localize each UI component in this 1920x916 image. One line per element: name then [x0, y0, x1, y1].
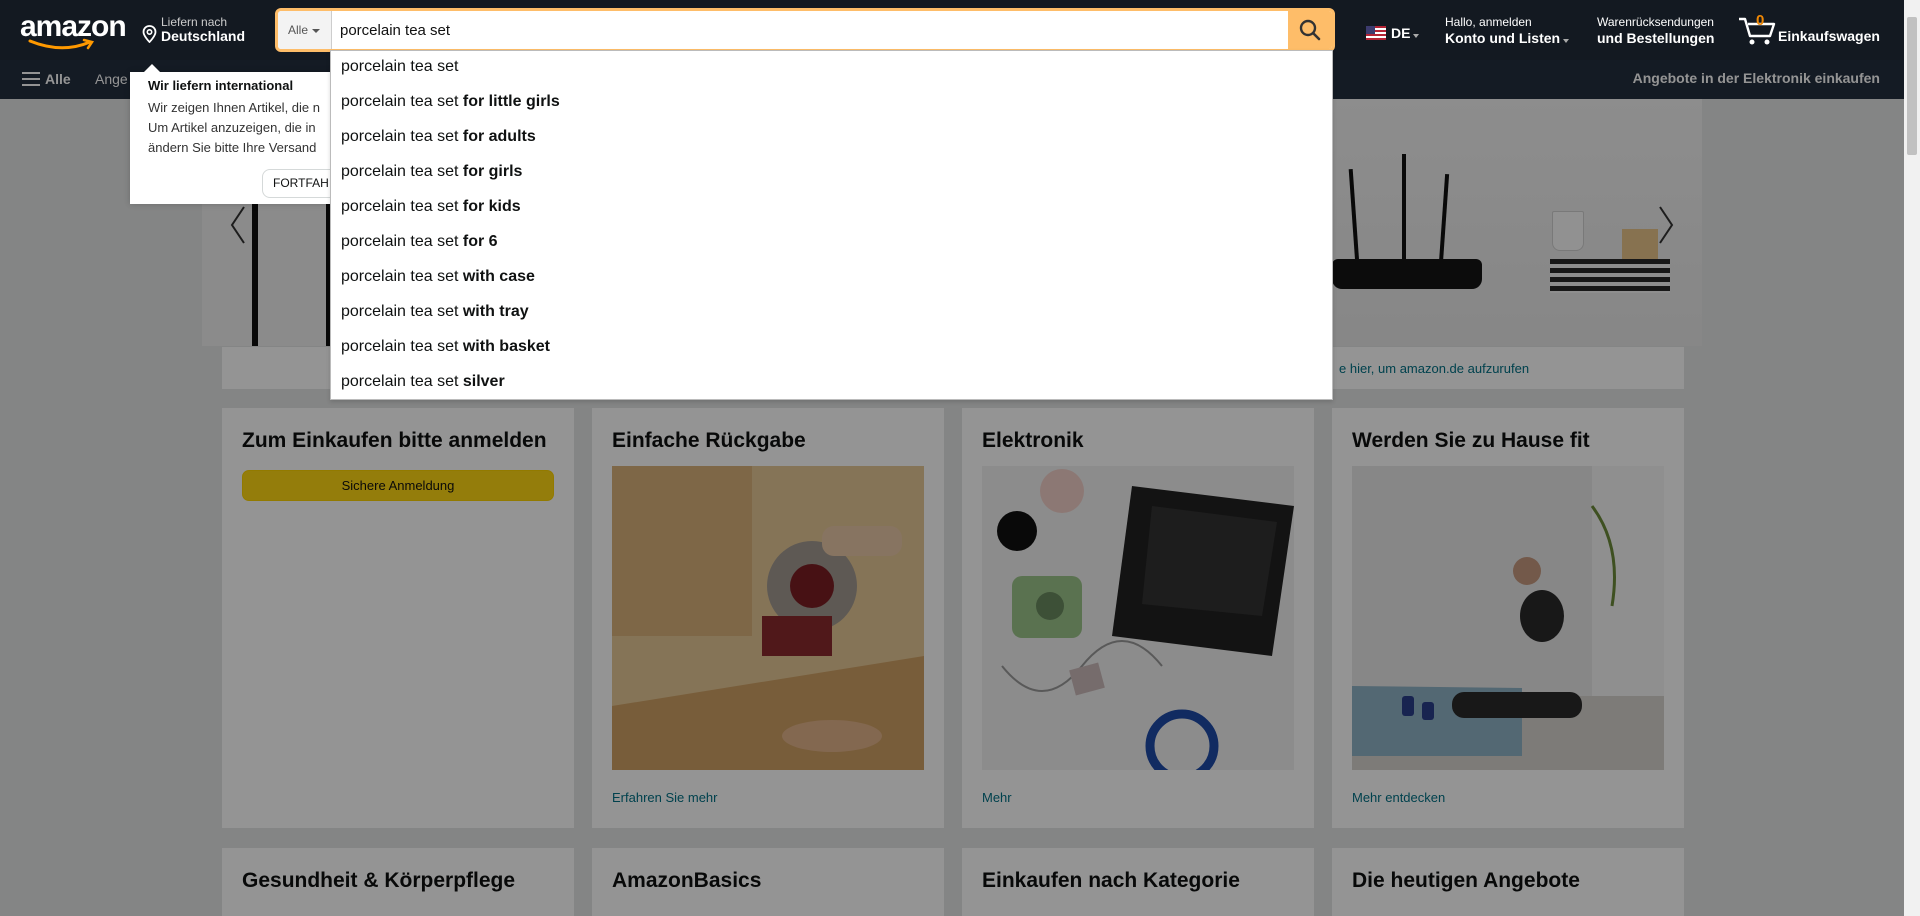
suggestion-suffix: for girls [462, 163, 523, 180]
account-greeting: Hallo, anmelden [1445, 15, 1532, 29]
suggestion-suffix: silver [462, 373, 505, 390]
popover-body: Wir zeigen Ihnen Artikel, die n Um Artik… [148, 98, 348, 158]
orders-label: und Bestellungen [1597, 30, 1715, 46]
suggestion-base: porcelain tea set [341, 338, 459, 355]
search-category-label: Alle [288, 23, 309, 37]
cart-count: 0 [1756, 12, 1765, 29]
suggestion-item[interactable]: porcelain tea set [331, 51, 1332, 86]
deliver-country: Deutschland [161, 28, 246, 44]
suggestion-item[interactable]: porcelain tea set with basket [331, 331, 1332, 366]
suggestion-item[interactable]: porcelain tea set for 6 [331, 226, 1332, 261]
suggestion-base: porcelain tea set [341, 373, 459, 390]
search-button[interactable] [1288, 11, 1332, 49]
caret-down-icon [312, 28, 321, 33]
amazon-logo[interactable]: amazon [20, 12, 127, 50]
suggestion-suffix: for kids [462, 198, 521, 215]
scrollbar-thumb[interactable] [1907, 17, 1917, 155]
suggestion-suffix: for 6 [462, 233, 498, 250]
language-selector[interactable]: DE [1366, 25, 1420, 41]
cart-label: Einkaufswagen [1778, 28, 1880, 44]
suggestion-item[interactable]: porcelain tea set silver [331, 366, 1332, 401]
suggestion-item[interactable]: porcelain tea set for girls [331, 156, 1332, 191]
suggestion-item[interactable]: porcelain tea set with tray [331, 296, 1332, 331]
location-pin-icon [142, 25, 157, 43]
popover-arrow [144, 64, 160, 72]
suggestion-suffix: for little girls [462, 93, 560, 110]
popover-line: Um Artikel anzuzeigen, die in [148, 120, 316, 135]
search-suggestions-dropdown: porcelain tea set porcelain tea set for … [330, 50, 1333, 400]
suggestion-item[interactable]: porcelain tea set with case [331, 261, 1332, 296]
language-code: DE [1391, 25, 1411, 41]
suggestion-item[interactable]: porcelain tea set for adults [331, 121, 1332, 156]
popover-line: Wir zeigen Ihnen Artikel, die n [148, 100, 320, 115]
popover-title: Wir liefern international [148, 78, 294, 93]
account-lists-label: Konto und Listen [1445, 30, 1570, 46]
suggestion-base: porcelain tea set [341, 58, 459, 75]
search-category-dropdown[interactable]: Alle [278, 11, 332, 49]
suggestion-base: porcelain tea set [341, 198, 459, 215]
suggestion-base: porcelain tea set [341, 268, 459, 285]
international-shipping-popover: Wir liefern international Wir zeigen Ihn… [130, 64, 352, 204]
us-flag-icon [1366, 26, 1386, 40]
page-scrollbar[interactable] [1904, 0, 1920, 916]
popover-line: ändern Sie bitte Ihre Versand [148, 140, 317, 155]
account-lists-text: Konto und Listen [1445, 30, 1561, 46]
suggestion-base: porcelain tea set [341, 128, 459, 145]
returns-label: Warenrücksendungen [1597, 15, 1714, 29]
search-input[interactable] [338, 11, 1238, 49]
suggestion-item[interactable]: porcelain tea set for little girls [331, 86, 1332, 121]
caret-down-icon [1563, 39, 1570, 43]
suggestion-base: porcelain tea set [341, 163, 459, 180]
search-icon [1299, 19, 1321, 41]
suggestion-item[interactable]: porcelain tea set for kids [331, 191, 1332, 226]
search-bar: Alle [275, 8, 1335, 52]
suggestion-base: porcelain tea set [341, 93, 459, 110]
suggestion-suffix: with basket [462, 338, 550, 355]
logo-smile-icon [28, 38, 95, 50]
account-and-lists[interactable]: Hallo, anmelden Konto und Listen [1445, 15, 1570, 46]
suggestion-base: porcelain tea set [341, 233, 459, 250]
suggestion-base: porcelain tea set [341, 303, 459, 320]
caret-down-icon [1413, 34, 1420, 38]
returns-and-orders[interactable]: Warenrücksendungen und Bestellungen [1597, 15, 1714, 46]
deliver-label: Liefern nach [161, 15, 228, 29]
suggestion-suffix: for adults [462, 128, 536, 145]
suggestion-suffix: with case [462, 268, 535, 285]
suggestion-suffix: with tray [462, 303, 529, 320]
cart-button[interactable]: 0 Einkaufswagen [1738, 10, 1888, 50]
